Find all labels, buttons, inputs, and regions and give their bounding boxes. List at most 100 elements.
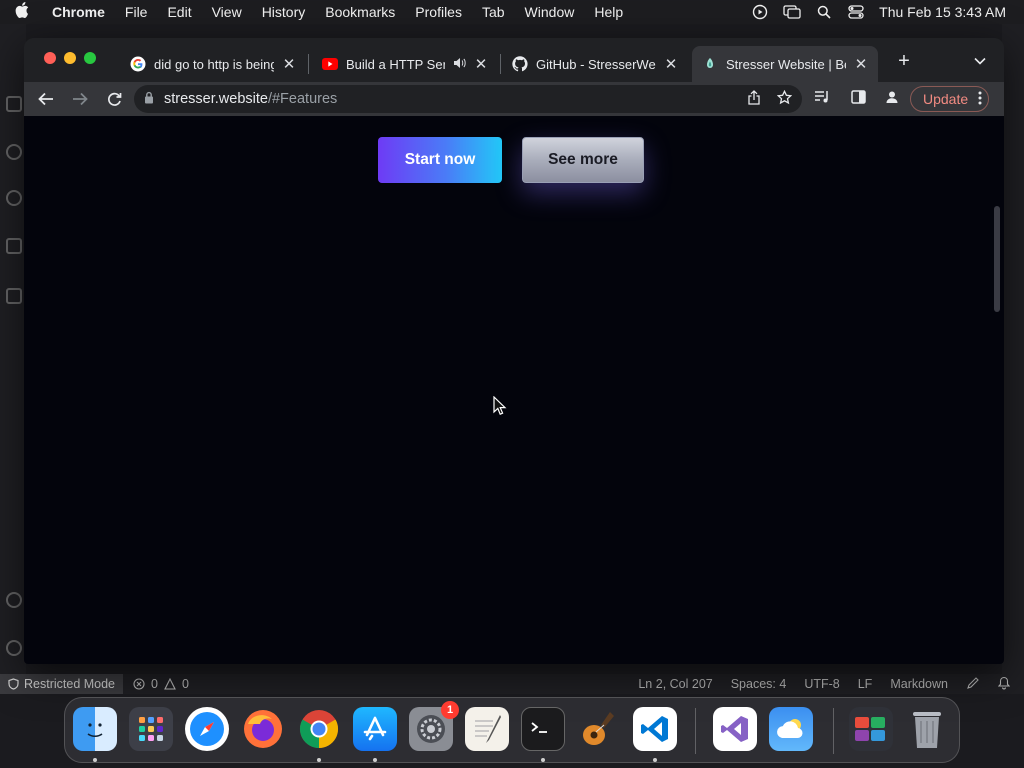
lock-icon[interactable] xyxy=(144,91,154,108)
vscode-editor-edge xyxy=(1002,24,1024,674)
close-tab-icon[interactable]: ✕ xyxy=(854,55,868,73)
close-window-button[interactable] xyxy=(44,52,56,64)
back-arrow-icon[interactable] xyxy=(30,85,62,113)
spotlight-search-icon[interactable] xyxy=(815,5,833,19)
explorer-icon[interactable] xyxy=(6,96,22,112)
vscode-icon[interactable] xyxy=(633,707,677,751)
reload-icon[interactable] xyxy=(98,85,130,113)
tab-stresser-website[interactable]: Stresser Website | Bes ✕ xyxy=(692,46,878,82)
mouse-cursor-icon xyxy=(493,396,507,415)
new-tab-button[interactable]: + xyxy=(892,50,916,74)
share-icon[interactable] xyxy=(747,89,761,109)
forward-arrow-icon[interactable] xyxy=(64,85,96,113)
cursor-position[interactable]: Ln 2, Col 207 xyxy=(638,677,712,691)
media-controls-icon[interactable] xyxy=(814,90,831,109)
firefox-icon[interactable] xyxy=(241,707,285,751)
debug-icon[interactable] xyxy=(6,238,22,254)
side-panel-icon[interactable] xyxy=(851,89,866,109)
menu-profiles[interactable]: Profiles xyxy=(405,4,472,20)
error-count: 0 xyxy=(151,677,158,691)
file-encoding[interactable]: UTF-8 xyxy=(804,677,839,691)
url-path: /#Features xyxy=(267,91,338,107)
close-tab-icon[interactable]: ✕ xyxy=(664,55,678,73)
account-icon[interactable] xyxy=(6,592,22,608)
end-of-line[interactable]: LF xyxy=(858,677,873,691)
problems-indicator[interactable]: 0 0 xyxy=(133,677,189,691)
tab-title: Build a HTTP Serv xyxy=(346,56,445,72)
manage-gear-icon[interactable] xyxy=(6,640,22,656)
menu-bookmarks[interactable]: Bookmarks xyxy=(315,4,405,20)
profile-avatar-icon[interactable] xyxy=(884,89,900,110)
bookmark-star-icon[interactable] xyxy=(776,89,793,109)
address-bar[interactable]: stresser.website/#Features xyxy=(134,85,802,113)
feedback-icon[interactable] xyxy=(966,676,980,693)
running-indicator xyxy=(317,758,321,762)
warning-count: 0 xyxy=(181,677,189,691)
site-icon xyxy=(702,56,718,72)
tab-title: did go to http is being xyxy=(154,56,274,72)
tab-youtube[interactable]: Build a HTTP Serv ✕ xyxy=(312,46,498,82)
restricted-mode-indicator[interactable]: Restricted Mode xyxy=(0,674,124,694)
dock-separator xyxy=(695,708,696,754)
chrome-icon[interactable] xyxy=(297,707,341,751)
source-control-icon[interactable] xyxy=(6,190,22,206)
see-more-button[interactable]: See more xyxy=(522,137,644,183)
indentation-setting[interactable]: Spaces: 4 xyxy=(731,677,787,691)
close-tab-icon[interactable]: ✕ xyxy=(474,55,488,73)
tab-divider xyxy=(308,54,309,74)
search-icon[interactable] xyxy=(6,144,22,160)
close-tab-icon[interactable]: ✕ xyxy=(282,55,296,73)
menu-help[interactable]: Help xyxy=(584,4,633,20)
terminal-icon[interactable] xyxy=(521,707,565,751)
macos-menu-bar: Chrome File Edit View History Bookmarks … xyxy=(0,0,1024,24)
garageband-icon[interactable] xyxy=(577,707,621,751)
browser-toolbar: stresser.website/#Features Update xyxy=(24,82,1004,116)
apple-menu-icon[interactable] xyxy=(0,1,44,23)
control-center-icon[interactable] xyxy=(847,5,865,19)
youtube-icon xyxy=(322,56,338,72)
tab-title: Stresser Website | Bes xyxy=(726,56,846,72)
menu-file[interactable]: File xyxy=(115,4,158,20)
kebab-menu-icon[interactable] xyxy=(978,91,982,108)
warning-icon xyxy=(164,678,176,690)
menu-history[interactable]: History xyxy=(252,4,316,20)
launchpad-icon[interactable] xyxy=(129,707,173,751)
notifications-bell-icon[interactable] xyxy=(997,676,1011,693)
screen-mirroring-icon[interactable] xyxy=(783,5,801,19)
menubar-clock[interactable]: Thu Feb 15 3:43 AM xyxy=(879,4,1006,20)
menu-edit[interactable]: Edit xyxy=(157,4,201,20)
page-scrollbar[interactable] xyxy=(994,206,1000,312)
vscode-activity-bar xyxy=(0,24,26,674)
tab-divider xyxy=(500,54,501,74)
running-indicator xyxy=(373,758,377,762)
safari-icon[interactable] xyxy=(185,707,229,751)
extensions-icon[interactable] xyxy=(6,288,22,304)
error-icon xyxy=(133,678,145,690)
menu-app-name[interactable]: Chrome xyxy=(44,4,115,20)
trash-icon[interactable] xyxy=(905,707,949,751)
zoom-window-button[interactable] xyxy=(84,52,96,64)
minimize-window-button[interactable] xyxy=(64,52,76,64)
applications-folder-icon[interactable] xyxy=(849,707,893,751)
app-store-icon[interactable] xyxy=(353,707,397,751)
tab-google-search[interactable]: did go to http is being ✕ xyxy=(120,46,306,82)
menu-window[interactable]: Window xyxy=(515,4,585,20)
visual-studio-icon[interactable] xyxy=(713,707,757,751)
update-label: Update xyxy=(923,91,969,107)
start-now-button[interactable]: Start now xyxy=(378,137,502,183)
tab-github[interactable]: GitHub - StresserWebsit ✕ xyxy=(502,46,688,82)
tab-search-chevron-icon[interactable] xyxy=(970,52,990,72)
weather-icon[interactable] xyxy=(769,707,813,751)
update-chrome-button[interactable]: Update xyxy=(910,86,990,112)
language-mode[interactable]: Markdown xyxy=(890,677,948,691)
screen-record-icon[interactable] xyxy=(751,4,769,20)
restricted-mode-label: Restricted Mode xyxy=(24,677,116,691)
speaker-icon[interactable] xyxy=(453,57,466,72)
menu-view[interactable]: View xyxy=(202,4,252,20)
system-settings-icon[interactable]: 1 xyxy=(409,701,459,751)
finder-icon[interactable] xyxy=(73,707,117,751)
textedit-icon[interactable] xyxy=(465,707,509,751)
vscode-status-bar: Restricted Mode 0 0 Ln 2, Col 207 Spaces… xyxy=(0,674,1024,694)
menu-tab[interactable]: Tab xyxy=(472,4,515,20)
url-host: stresser.website xyxy=(164,91,268,107)
